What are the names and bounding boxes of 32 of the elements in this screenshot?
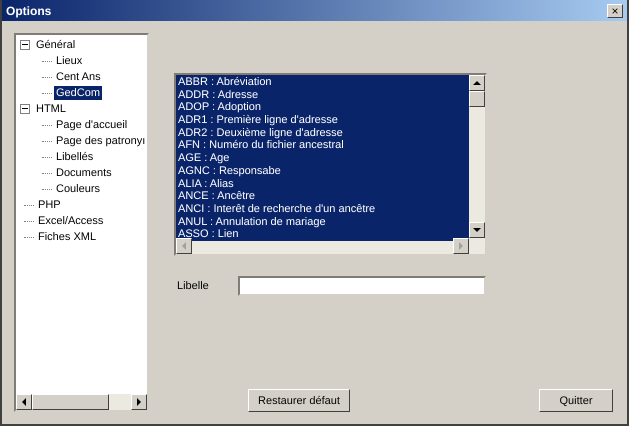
libelle-input[interactable] bbox=[238, 276, 486, 296]
vertical-scrollbar[interactable] bbox=[469, 75, 485, 238]
right-arrow-icon bbox=[459, 242, 463, 250]
tree-item[interactable]: Page des patronyı bbox=[54, 134, 148, 148]
tree-item[interactable]: PHP bbox=[36, 198, 63, 212]
tree-item[interactable]: Général bbox=[34, 38, 78, 52]
window-title: Options bbox=[6, 4, 52, 18]
scroll-thumb[interactable] bbox=[469, 91, 485, 107]
close-button[interactable]: × bbox=[607, 4, 623, 18]
quit-button[interactable]: Quitter bbox=[539, 389, 613, 412]
scroll-thumb[interactable] bbox=[32, 394, 110, 410]
down-arrow-icon bbox=[473, 228, 481, 232]
tree-item[interactable]: Excel/Access bbox=[36, 214, 106, 228]
tree-item[interactable]: HTML bbox=[34, 102, 68, 116]
right-arrow-icon bbox=[137, 398, 142, 406]
libelle-label: Libelle bbox=[177, 280, 210, 292]
up-arrow-icon bbox=[473, 81, 481, 85]
restore-button[interactable]: Restaurer défaut bbox=[248, 389, 350, 412]
tree-item[interactable]: Libellés bbox=[54, 150, 96, 164]
tree-item[interactable]: Page d'accueil bbox=[54, 118, 130, 132]
horizontal-scrollbar[interactable] bbox=[16, 394, 148, 410]
left-arrow-icon bbox=[182, 242, 186, 250]
collapse-icon[interactable] bbox=[20, 40, 30, 50]
tree-item[interactable]: GedCom bbox=[54, 86, 102, 100]
horizontal-scrollbar[interactable] bbox=[176, 238, 469, 254]
tree-item[interactable]: Lieux bbox=[54, 54, 84, 68]
tree-item[interactable]: Couleurs bbox=[54, 182, 102, 196]
tree-item[interactable]: Documents bbox=[54, 166, 114, 180]
tree-item[interactable]: Fiches XML bbox=[36, 230, 98, 244]
left-arrow-icon bbox=[22, 398, 26, 406]
tree-item[interactable]: Cent Ans bbox=[54, 70, 103, 84]
collapse-icon[interactable] bbox=[20, 104, 30, 114]
